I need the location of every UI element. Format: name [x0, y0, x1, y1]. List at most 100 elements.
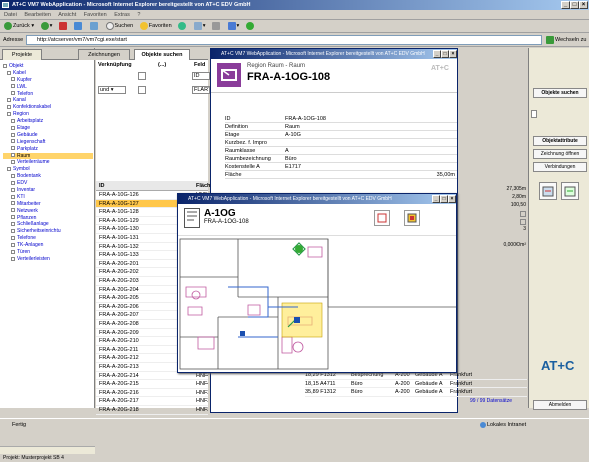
- expand-icon[interactable]: [7, 167, 11, 172]
- tool-button-2[interactable]: [561, 182, 579, 200]
- tree-item[interactable]: Etage: [3, 125, 93, 132]
- stop-button[interactable]: [58, 20, 68, 32]
- objektattribute-button[interactable]: Objektattribute: [533, 136, 587, 146]
- expand-icon[interactable]: [11, 77, 15, 82]
- expand-icon[interactable]: [11, 153, 15, 158]
- floor-maximize-button[interactable]: □: [440, 195, 448, 203]
- tree-item[interactable]: Verteilerleisten: [3, 256, 93, 263]
- tree-item[interactable]: Schließanlage: [3, 221, 93, 228]
- tool-button-1[interactable]: [539, 182, 557, 200]
- tree-item[interactable]: Pflanzen: [3, 215, 93, 222]
- filter-field-1[interactable]: ID: [192, 72, 210, 80]
- table-row[interactable]: FRA-A-20G-217HNF2.1: [96, 397, 208, 406]
- tree-item[interactable]: Objekt: [3, 63, 93, 70]
- detail-minimize-button[interactable]: _: [433, 50, 441, 58]
- print-button[interactable]: [212, 20, 221, 32]
- table-row[interactable]: 35,89 F1312 Büro A-200 Gebäude A Frankfurt: [305, 388, 527, 397]
- expand-icon[interactable]: [11, 215, 15, 220]
- tree-item[interactable]: Gebäude: [3, 132, 93, 139]
- tree-item[interactable]: Raum: [3, 152, 93, 160]
- home-button[interactable]: [90, 20, 99, 32]
- maximize-button[interactable]: □: [570, 1, 579, 9]
- minimize-button[interactable]: _: [561, 1, 570, 9]
- expand-icon[interactable]: [7, 105, 11, 110]
- expand-icon[interactable]: [7, 70, 11, 75]
- go-button[interactable]: Wechseln zu: [546, 34, 586, 46]
- paren-select-2[interactable]: [138, 86, 146, 94]
- expand-icon[interactable]: [11, 139, 15, 144]
- tree-item[interactable]: Arbeitsplatz: [3, 118, 93, 125]
- tree-item[interactable]: TK-Anlagen: [3, 242, 93, 249]
- tree-item[interactable]: Mitarbeiter: [3, 201, 93, 208]
- tree-item[interactable]: Inventar: [3, 187, 93, 194]
- tree-item[interactable]: Verteilerräume: [3, 159, 93, 166]
- tab-projekte[interactable]: Projekte: [2, 49, 42, 60]
- expand-icon[interactable]: [11, 118, 15, 123]
- tree-item[interactable]: Sicherheitseinrichtu: [3, 228, 93, 235]
- menu-datei[interactable]: Datei: [4, 12, 17, 18]
- paren-open-select[interactable]: [138, 72, 146, 80]
- media-button[interactable]: [178, 20, 187, 32]
- table-row[interactable]: 18,15 A4711 Büro A-200 Gebäude A Frankfurt: [305, 380, 527, 389]
- tree-scrollbar[interactable]: [0, 446, 95, 454]
- expand-icon[interactable]: [11, 146, 15, 151]
- col-id[interactable]: ID: [99, 181, 105, 191]
- tree-item[interactable]: Kanal: [3, 97, 93, 104]
- panel-toggle[interactable]: [531, 110, 537, 118]
- expand-icon[interactable]: [11, 208, 15, 213]
- expand-icon[interactable]: [3, 63, 7, 68]
- tree-item[interactable]: Liegenschaft: [3, 139, 93, 146]
- tree-item[interactable]: Netzwerk: [3, 208, 93, 215]
- mail-button[interactable]: ▾: [193, 20, 205, 32]
- objekte-suchen-button[interactable]: Objekte suchen: [533, 88, 587, 98]
- table-row[interactable]: FRA-A-20G-216HNF2.1: [96, 389, 208, 398]
- expand-icon[interactable]: [11, 91, 15, 96]
- expand-icon[interactable]: [11, 229, 15, 234]
- expand-icon[interactable]: [11, 187, 15, 192]
- tree-item[interactable]: Kupfer: [3, 77, 93, 84]
- expand-icon[interactable]: [11, 256, 15, 261]
- tab-objekte-suchen[interactable]: Objekte suchen: [134, 49, 190, 60]
- col-flaeche[interactable]: Fläch: [196, 181, 210, 191]
- table-row[interactable]: FRA-A-20G-218HNF2.1: [96, 406, 208, 415]
- menu-help[interactable]: ?: [137, 12, 140, 18]
- dropdown-toggle[interactable]: [520, 219, 526, 225]
- floor-minimize-button[interactable]: _: [432, 195, 440, 203]
- back-button[interactable]: Zurück ▾: [4, 20, 34, 32]
- expand-icon[interactable]: [11, 242, 15, 247]
- zoom-fit-button[interactable]: [374, 210, 390, 226]
- expand-icon[interactable]: [7, 98, 11, 103]
- filter-op-select[interactable]: und ▾: [98, 86, 126, 94]
- detail-close-button[interactable]: ×: [449, 50, 457, 58]
- tree-item[interactable]: Parkplatz: [3, 146, 93, 153]
- menu-favoriten[interactable]: Favoriten: [84, 12, 107, 18]
- close-button[interactable]: ×: [579, 1, 588, 9]
- refresh-button[interactable]: [74, 20, 83, 32]
- table-row[interactable]: FRA-A-20G-215HNF4: [96, 380, 208, 389]
- expand-icon[interactable]: [11, 180, 15, 185]
- zeichnung-oeffnen-button[interactable]: Zeichnung öffnen: [533, 149, 587, 159]
- address-input[interactable]: http://atcserver/vm7/vm7cgi.exe/start: [26, 35, 542, 45]
- menu-ansicht[interactable]: Ansicht: [58, 12, 76, 18]
- search-button[interactable]: Suchen: [105, 20, 133, 32]
- tree-item[interactable]: Konfektionskabel: [3, 104, 93, 111]
- zoom-object-button[interactable]: [404, 210, 420, 226]
- tree-item[interactable]: Bodentank: [3, 173, 93, 180]
- verbindungen-button[interactable]: Verbindungen: [533, 162, 587, 172]
- tree-item[interactable]: Telefon: [3, 91, 93, 98]
- expand-icon[interactable]: [11, 194, 15, 199]
- tree-item[interactable]: Region: [3, 111, 93, 118]
- messenger-button[interactable]: [245, 20, 255, 32]
- expand-icon[interactable]: [11, 125, 15, 130]
- expand-icon[interactable]: [7, 111, 11, 116]
- forward-button[interactable]: ▾: [40, 20, 52, 32]
- edit-button[interactable]: ▾: [227, 20, 239, 32]
- tree-item[interactable]: Türen: [3, 249, 93, 256]
- expand-icon[interactable]: [11, 201, 15, 206]
- detail-maximize-button[interactable]: □: [441, 50, 449, 58]
- dropdown-toggle[interactable]: [520, 211, 526, 217]
- abmelden-button[interactable]: Abmelden: [533, 400, 587, 410]
- favorites-button[interactable]: Favoriten: [139, 20, 172, 32]
- tree-item[interactable]: Kabel: [3, 70, 93, 77]
- floorplan-canvas[interactable]: [178, 237, 456, 373]
